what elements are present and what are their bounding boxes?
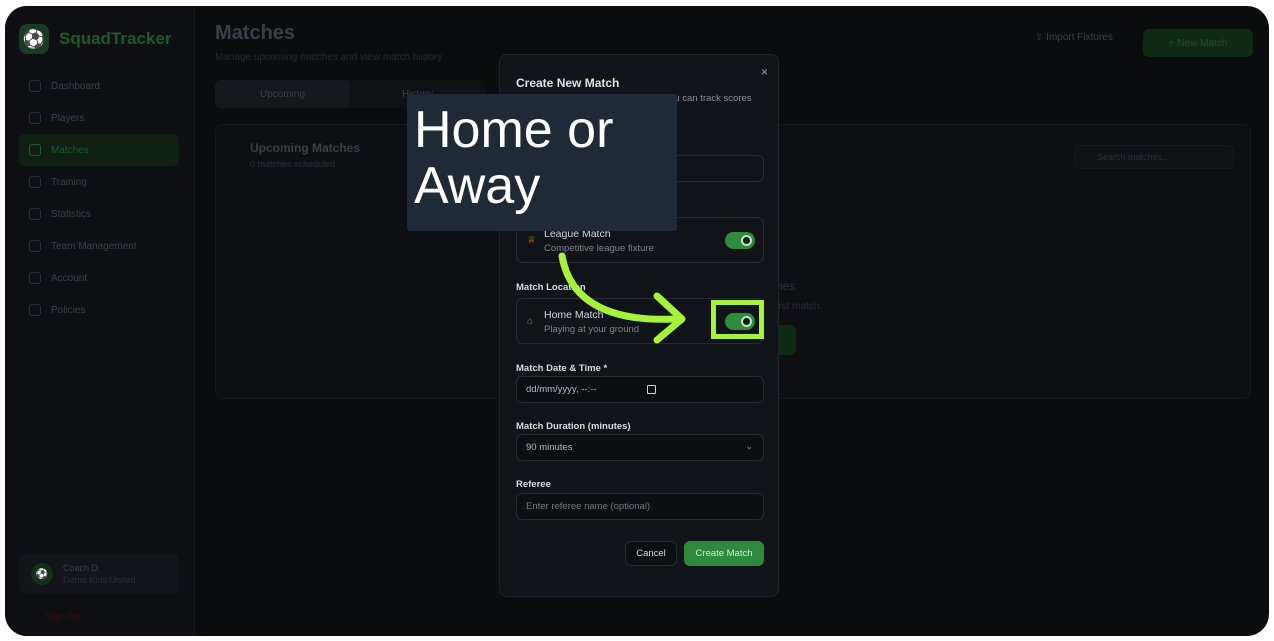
tab-upcoming[interactable]: Upcoming [215,80,350,108]
callout-line-1: Home or [414,101,614,159]
sidebar-item-label: Statistics [51,208,92,220]
trophy-icon: ♕ [527,235,536,246]
cancel-button[interactable]: Cancel [625,541,677,566]
screenshot-frame: ⚽ SquadTracker Dashboard Players Matches… [5,6,1269,636]
callout-line-2: Away [414,157,541,215]
app-name: SquadTracker [59,29,172,48]
tutorial-arrow-icon [558,252,686,344]
user-icon [29,272,41,284]
users-icon [29,112,41,124]
referee-label: Referee [516,479,551,490]
sidebar-item-label: Team Management [51,240,137,252]
toggle-knob [741,235,752,246]
sidebar-item-label: Matches [51,144,89,156]
toggle-highlight-box [711,300,764,339]
panel-title: Upcoming Matches [250,141,361,155]
new-match-button[interactable]: + New Match [1143,29,1253,57]
referee-input[interactable]: Enter referee name (optional) [516,493,764,520]
trophy-icon [29,144,41,156]
calendar-icon[interactable] [647,385,656,394]
datetime-value: dd/mm/yyyy, --:-- [526,384,597,395]
user-card[interactable]: ⚽ Coach D. Demo Kids United [19,554,179,594]
empty-state-subtitle: irst match. [776,301,823,312]
sidebar-item-team-management[interactable]: Team Management [19,230,179,262]
league-match-toggle[interactable] [725,232,755,249]
chevron-down-icon: ⌄ [745,441,753,451]
brand: ⚽ SquadTracker [19,24,171,54]
sign-out-link[interactable]: Sign Out [45,611,80,621]
sidebar-item-statistics[interactable]: Statistics [19,198,179,230]
avatar: ⚽ [31,563,53,585]
sidebar-item-policies[interactable]: Policies [19,294,179,326]
sidebar-item-matches[interactable]: Matches [19,134,179,166]
sidebar: ⚽ SquadTracker Dashboard Players Matches… [5,6,195,636]
sidebar-item-dashboard[interactable]: Dashboard [19,70,179,102]
dialog-title: Create New Match [516,76,620,90]
sidebar-nav: Dashboard Players Matches Training Stati… [19,70,179,326]
match-datetime-input[interactable]: dd/mm/yyyy, --:-- [516,376,764,403]
match-duration-select[interactable]: 90 minutes ⌄ [516,434,764,461]
import-fixtures-label: Import Fixtures [1046,32,1113,43]
empty-state-button[interactable] [776,325,796,355]
create-match-button[interactable]: Create Match [684,541,764,566]
page-title: Matches [215,22,296,44]
match-duration-label: Match Duration (minutes) [516,421,631,432]
app-background: ⚽ SquadTracker Dashboard Players Matches… [5,6,1269,636]
tutorial-callout: Home or Away [407,94,677,231]
sidebar-item-label: Players [51,112,85,124]
match-datetime-label: Match Date & Time * [516,363,608,374]
close-icon[interactable]: × [761,65,768,79]
sidebar-item-label: Training [51,176,87,188]
home-icon: ⌂ [527,316,534,327]
home-icon [29,80,41,92]
soccer-ball-icon: ⚽ [19,24,49,54]
sidebar-item-account[interactable]: Account [19,262,179,294]
duration-value: 90 minutes [526,442,573,453]
user-team: Demo Kids United [63,575,136,585]
sidebar-item-label: Account [51,272,88,284]
user-cog-icon [29,240,41,252]
search-input[interactable]: Search matches... [1074,145,1234,169]
dumbbell-icon [29,176,41,188]
sidebar-item-label: Dashboard [51,80,100,92]
sidebar-item-players[interactable]: Players [19,102,179,134]
import-fixtures-button[interactable]: ⇪ Import Fixtures [1035,32,1113,43]
sidebar-item-training[interactable]: Training [19,166,179,198]
sidebar-item-label: Policies [51,304,86,316]
file-icon [29,304,41,316]
panel-subtitle: 0 matches scheduled [250,159,336,169]
page-subtitle: Manage upcoming matches and view match h… [215,52,443,63]
user-name: Coach D. [63,563,101,573]
bar-chart-icon [29,208,41,220]
